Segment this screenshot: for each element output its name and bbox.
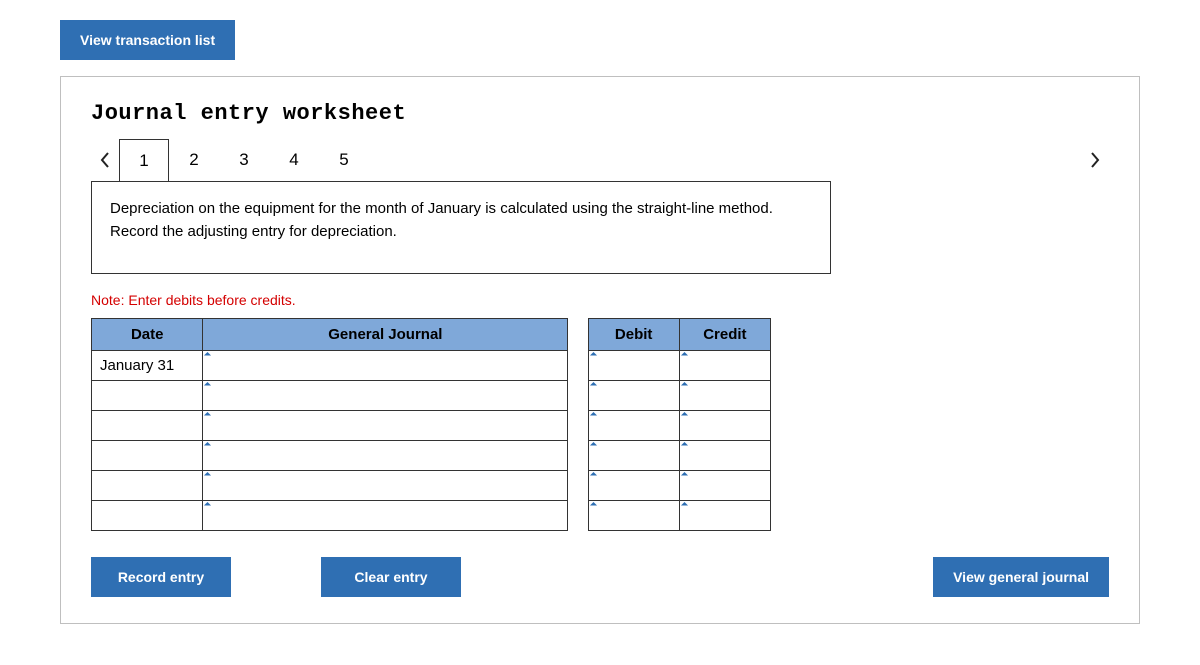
clear-entry-button[interactable]: Clear entry xyxy=(321,557,461,597)
tab-1[interactable]: 1 xyxy=(119,139,169,181)
general-journal-cell[interactable] xyxy=(203,501,568,531)
credit-cell[interactable] xyxy=(679,351,770,381)
general-journal-cell[interactable] xyxy=(203,381,568,411)
gap xyxy=(568,501,588,531)
header-debit: Debit xyxy=(588,319,679,351)
tab-5[interactable]: 5 xyxy=(319,139,369,181)
date-cell[interactable] xyxy=(92,471,203,501)
gap xyxy=(568,471,588,501)
tab-row: 1 2 3 4 5 xyxy=(91,138,1109,182)
table-row xyxy=(92,501,771,531)
credit-cell[interactable] xyxy=(679,441,770,471)
date-cell[interactable]: January 31 xyxy=(92,351,203,381)
date-cell[interactable] xyxy=(92,411,203,441)
general-journal-cell[interactable] xyxy=(203,411,568,441)
tab-4[interactable]: 4 xyxy=(269,139,319,181)
credit-cell[interactable] xyxy=(679,471,770,501)
header-credit: Credit xyxy=(679,319,770,351)
note-text: Note: Enter debits before credits. xyxy=(91,292,1109,308)
general-journal-cell[interactable] xyxy=(203,441,568,471)
record-entry-button[interactable]: Record entry xyxy=(91,557,231,597)
date-cell[interactable] xyxy=(92,381,203,411)
action-row: Record entry Clear entry View general jo… xyxy=(91,557,1109,597)
debit-cell[interactable] xyxy=(588,471,679,501)
general-journal-cell[interactable] xyxy=(203,471,568,501)
table-row: January 31 xyxy=(92,351,771,381)
debit-cell[interactable] xyxy=(588,411,679,441)
debit-cell[interactable] xyxy=(588,351,679,381)
worksheet-title: Journal entry worksheet xyxy=(91,101,1109,126)
tab-2[interactable]: 2 xyxy=(169,139,219,181)
gap xyxy=(568,381,588,411)
credit-cell[interactable] xyxy=(679,411,770,441)
table-row xyxy=(92,411,771,441)
gap xyxy=(568,411,588,441)
table-row xyxy=(92,441,771,471)
debit-cell[interactable] xyxy=(588,501,679,531)
header-general-journal: General Journal xyxy=(203,319,568,351)
gap xyxy=(568,351,588,381)
tab-3[interactable]: 3 xyxy=(219,139,269,181)
table-row xyxy=(92,381,771,411)
table-row xyxy=(92,471,771,501)
journal-entry-worksheet: Journal entry worksheet 1 2 3 4 5 Deprec… xyxy=(60,76,1140,624)
prev-arrow[interactable] xyxy=(91,146,119,174)
view-general-journal-button[interactable]: View general journal xyxy=(933,557,1109,597)
debit-cell[interactable] xyxy=(588,381,679,411)
debit-cell[interactable] xyxy=(588,441,679,471)
table-header-row: Date General Journal Debit Credit xyxy=(92,319,771,351)
journal-table: Date General Journal Debit Credit Januar… xyxy=(91,318,771,531)
credit-cell[interactable] xyxy=(679,501,770,531)
date-cell[interactable] xyxy=(92,501,203,531)
gap xyxy=(568,319,588,351)
credit-cell[interactable] xyxy=(679,381,770,411)
general-journal-cell[interactable] xyxy=(203,351,568,381)
instruction-box: Depreciation on the equipment for the mo… xyxy=(91,181,831,274)
next-arrow[interactable] xyxy=(1081,146,1109,174)
view-transaction-list-button[interactable]: View transaction list xyxy=(60,20,235,60)
header-date: Date xyxy=(92,319,203,351)
date-cell[interactable] xyxy=(92,441,203,471)
gap xyxy=(568,441,588,471)
